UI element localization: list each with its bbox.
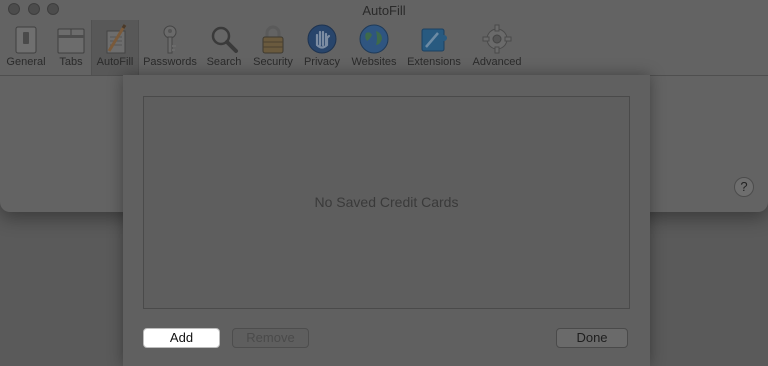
done-button[interactable]: Done <box>556 328 628 348</box>
tab-extensions-label: Extensions <box>407 56 461 68</box>
empty-state-message: No Saved Credit Cards <box>314 194 459 210</box>
tab-privacy-label: Privacy <box>303 56 341 68</box>
tab-extensions[interactable]: Extensions <box>404 20 464 75</box>
add-button[interactable]: Add <box>143 328 220 348</box>
tabs-icon <box>55 23 87 55</box>
remove-button[interactable]: Remove <box>232 328 309 348</box>
tab-passwords[interactable]: Passwords <box>141 20 199 75</box>
tab-search-label: Search <box>206 56 242 68</box>
help-button[interactable]: ? <box>734 177 754 197</box>
tab-security-label: Security <box>253 56 293 68</box>
puzzle-icon <box>418 23 450 55</box>
tab-tabs-label: Tabs <box>59 56 83 68</box>
gear-icon <box>481 23 513 55</box>
tab-websites[interactable]: Websites <box>348 20 400 75</box>
tab-autofill-label: AutoFill <box>96 56 134 68</box>
credit-cards-sheet: No Saved Credit Cards Add Remove Done <box>123 75 650 366</box>
tab-autofill[interactable]: AutoFill <box>91 20 139 75</box>
hand-icon <box>306 23 338 55</box>
tab-websites-label: Websites <box>351 56 397 68</box>
padlock-icon <box>257 23 289 55</box>
general-switch-icon <box>10 23 42 55</box>
tab-advanced[interactable]: Advanced <box>469 20 525 75</box>
tab-passwords-label: Passwords <box>143 56 197 68</box>
title-bar: AutoFill <box>0 0 768 20</box>
tab-advanced-label: Advanced <box>472 56 522 68</box>
tab-privacy[interactable]: Privacy <box>301 20 343 75</box>
preferences-toolbar: General Tabs AutoFill Passwords Search S… <box>0 20 768 76</box>
tab-security[interactable]: Security <box>250 20 296 75</box>
tab-search[interactable]: Search <box>205 20 243 75</box>
tab-general[interactable]: General <box>4 20 48 75</box>
tab-tabs[interactable]: Tabs <box>54 20 88 75</box>
globe-icon <box>358 23 390 55</box>
autofill-pencil-icon <box>99 23 131 55</box>
tab-general-label: General <box>6 56 46 68</box>
magnifier-icon <box>208 23 240 55</box>
key-icon <box>154 23 186 55</box>
window-title: AutoFill <box>362 3 406 18</box>
saved-cards-list[interactable]: No Saved Credit Cards <box>143 96 630 309</box>
